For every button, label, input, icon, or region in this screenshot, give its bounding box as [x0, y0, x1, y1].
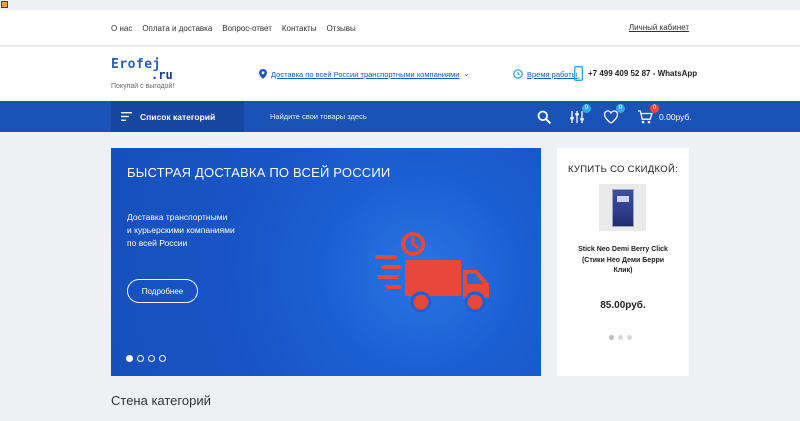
- product-price: 85.00руб.: [600, 300, 646, 311]
- wishlist-button[interactable]: 0: [603, 103, 625, 125]
- delivery-truck-icon: [375, 232, 489, 313]
- top-nav: О нас Оплата и доставка Вопрос-ответ Кон…: [111, 10, 366, 46]
- working-hours-link[interactable]: Время работы: [513, 67, 577, 81]
- account-link[interactable]: Личный кабинет: [629, 10, 689, 46]
- carousel-dot[interactable]: [148, 355, 155, 362]
- nav-link-faq[interactable]: Вопрос-ответ: [222, 24, 272, 33]
- logo-domain: .ru: [151, 68, 173, 82]
- logo-tagline: Покупай с выгодой!: [111, 83, 175, 90]
- compare-count-badge: 0: [582, 103, 591, 113]
- nav-link-contacts[interactable]: Контакты: [282, 24, 317, 33]
- discount-card: КУПИТЬ СО СКИДКОЙ: Stick Neo Demi Berry …: [557, 148, 689, 376]
- pagination-dot[interactable]: [627, 335, 632, 340]
- site-logo[interactable]: Erofej .ru Покупай с выгодой!: [111, 57, 181, 93]
- category-list-label: Список категорий: [140, 111, 216, 122]
- top-bar: О нас Оплата и доставка Вопрос-ответ Кон…: [0, 10, 800, 46]
- more-info-button[interactable]: Подробнее: [127, 279, 198, 303]
- hero-subtitle: Доставка транспортными и курьерскими ком…: [127, 212, 235, 248]
- hero-banner: БЫСТРАЯ ДОСТАВКА ПО ВСЕЙ РОССИИ Доставка…: [111, 148, 541, 376]
- delivery-dropdown[interactable]: Доставка по всей России транспортными ко…: [259, 67, 469, 81]
- discount-title: КУПИТЬ СО СКИДКОЙ:: [567, 164, 679, 175]
- phone-icon: [574, 65, 583, 81]
- cart-button[interactable]: 0: [637, 103, 659, 125]
- search-input[interactable]: [270, 112, 520, 121]
- header: Erofej .ru Покупай с выгодой! Доставка п…: [0, 47, 800, 101]
- cart-count-badge: 0: [650, 103, 659, 113]
- menu-icon: [121, 112, 132, 121]
- product-name[interactable]: Stick Neo Demi Berry Click (Стики Нео Де…: [573, 245, 673, 277]
- nav-link-payment-delivery[interactable]: Оплата и доставка: [142, 24, 212, 33]
- carousel-dot[interactable]: [137, 355, 144, 362]
- nav-actions: 0 0 0 0.00руб.: [569, 101, 692, 132]
- search-bar: [259, 101, 555, 132]
- search-icon[interactable]: [537, 110, 551, 124]
- main-navbar: Список категорий 0 0: [0, 101, 800, 132]
- carousel-dot[interactable]: [126, 355, 133, 362]
- wishlist-count-badge: 0: [616, 103, 625, 113]
- pagination-dot[interactable]: [609, 335, 614, 340]
- hero-title: БЫСТРАЯ ДОСТАВКА ПО ВСЕЙ РОССИИ: [127, 165, 391, 180]
- cart-total[interactable]: 0.00руб.: [659, 112, 692, 122]
- category-wall-title: Стена категорий: [111, 393, 211, 408]
- app-icon: [1, 1, 8, 8]
- delivery-text: Доставка по всей России транспортными ко…: [271, 69, 460, 79]
- product-image[interactable]: [599, 184, 646, 231]
- category-list-button[interactable]: Список категорий: [111, 101, 244, 132]
- discount-pagination: [609, 335, 632, 340]
- product-pack-image: [611, 188, 634, 227]
- pagination-dot[interactable]: [618, 335, 623, 340]
- compare-button[interactable]: 0: [569, 103, 591, 125]
- nav-link-about[interactable]: О нас: [111, 24, 132, 33]
- carousel-dot[interactable]: [159, 355, 166, 362]
- nav-link-reviews[interactable]: Отзывы: [326, 24, 355, 33]
- clock-icon: [513, 69, 523, 79]
- location-pin-icon: [259, 69, 267, 79]
- working-hours-text: Время работы: [527, 69, 578, 79]
- carousel-dots: [126, 355, 166, 362]
- phone-link[interactable]: +7 499 409 52 87 - WhatsApp: [574, 65, 697, 81]
- chevron-down-icon: ⌄: [463, 71, 470, 78]
- phone-number: +7 499 409 52 87 - WhatsApp: [588, 68, 698, 78]
